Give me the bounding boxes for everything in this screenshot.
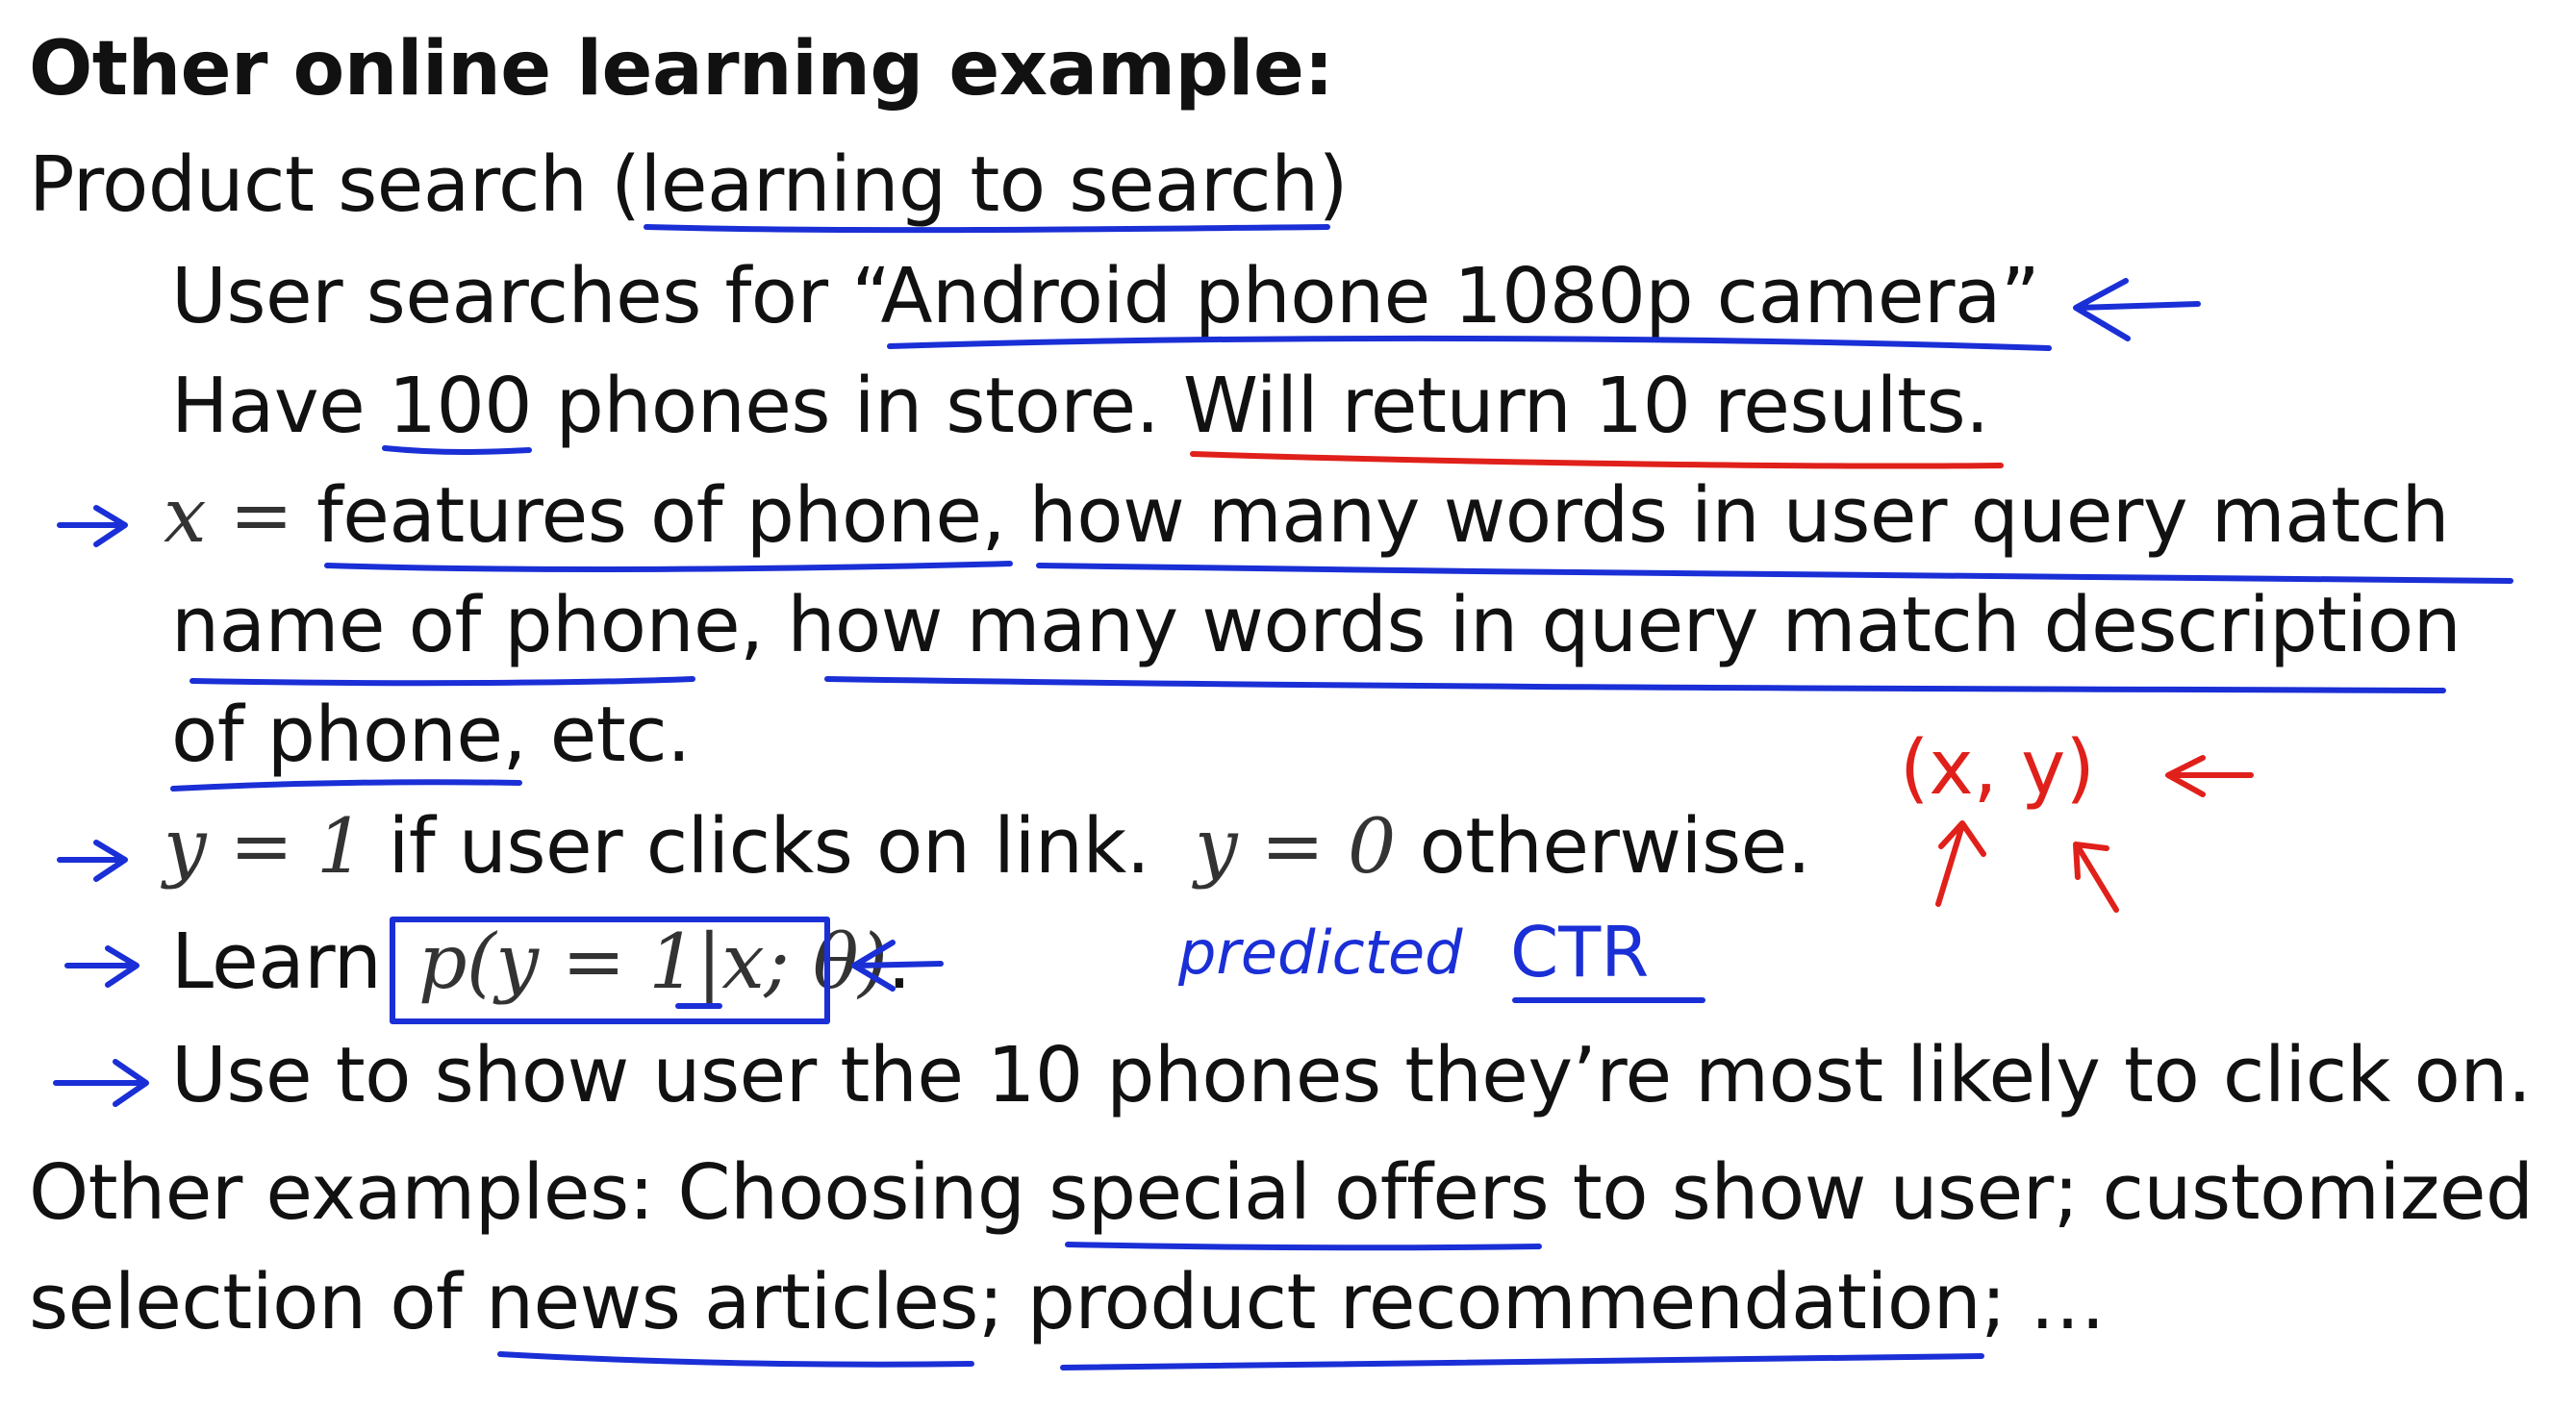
underline-words-description (824, 676, 2446, 693)
lecture-slide: Other online learning example: Product s… (0, 0, 2576, 1408)
probability-math: p(y = 1|x; θ) (417, 918, 888, 1006)
features-text: features of phone, how many words in use… (316, 471, 2450, 560)
learn-text: Learn (171, 918, 382, 1006)
clicks-text: if user clicks on link. (388, 802, 1150, 891)
line-learn: Learn p(y = 1|x; θ). (171, 914, 912, 1010)
underline-news-articles (497, 1351, 974, 1368)
line-x-features: x = features of phone, how many words in… (164, 467, 2450, 564)
line-have-phones: Have 100 phones in store. Will return 10… (171, 362, 1989, 450)
underline-will-return (1190, 451, 2004, 469)
y-equals-0-math: y = 0 (1195, 802, 1396, 891)
underline-of-phone (170, 779, 522, 792)
line-use-to-show: Use to show user the 10 phones they’re m… (171, 1031, 2532, 1119)
line-product-search: Product search (learning to search) (29, 140, 1348, 229)
underline-features (324, 561, 1013, 572)
arrow-xy-icon (2165, 755, 2254, 797)
predicted-note: predicted (1177, 918, 1463, 988)
y-equals-1-math: y = 1 (164, 802, 365, 891)
slide-title: Other online learning example: (29, 26, 1334, 113)
line-of-phone-etc: of phone, etc. (171, 691, 691, 779)
otherwise-text: otherwise. (1419, 802, 1811, 891)
line-other-examples: Other examples: Choosing special offers … (29, 1148, 2534, 1237)
xy-note: (x, y) (1900, 725, 2095, 812)
arrow-up-y-icon (2073, 842, 2119, 913)
x-equals-math: x = (164, 471, 293, 560)
underline-product-recommendation (1060, 1353, 1984, 1370)
ctr-note: CTR (1510, 912, 1649, 993)
line-y-clicks: y = 1 if user clicks on link. y = 0 othe… (164, 798, 1811, 894)
underline-special-offers (1065, 1242, 1542, 1251)
learn-period: . (887, 918, 912, 1006)
line-user-searches: User searches for “Android phone 1080p c… (171, 252, 2040, 340)
arrow-use-icon (53, 1059, 149, 1107)
arrow-learn-icon (64, 945, 139, 988)
line-name-of-phone: name of phone, how many words in query m… (171, 581, 2462, 669)
arrow-query-icon (2073, 278, 2201, 341)
arrow-up-x-icon (1935, 820, 1986, 907)
line-selection: selection of news articles; product reco… (29, 1258, 2106, 1346)
arrow-x-icon (57, 505, 128, 547)
arrow-y-icon (57, 840, 128, 882)
underline-name-of-phone (189, 676, 695, 687)
